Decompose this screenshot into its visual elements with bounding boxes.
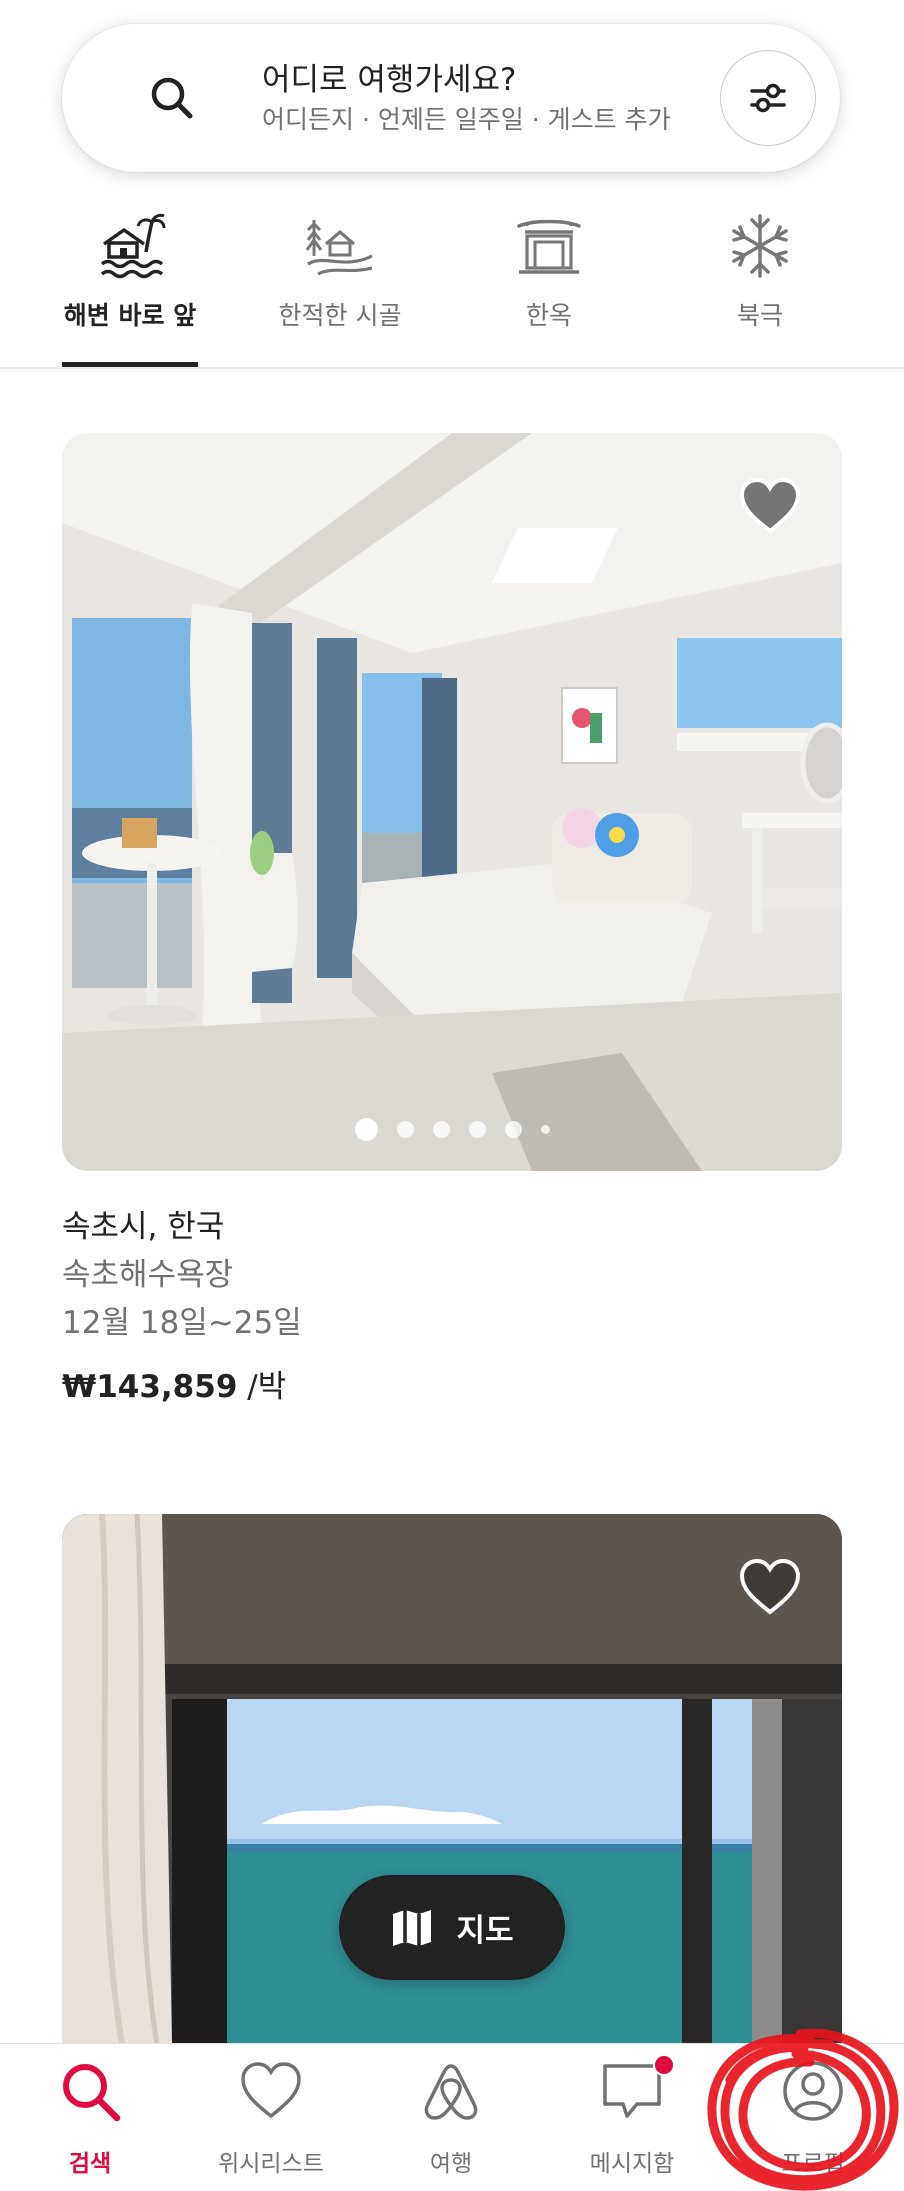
favorite-heart-icon[interactable] bbox=[738, 1558, 802, 1616]
nav-messages[interactable]: 메시지함 bbox=[542, 2044, 722, 2191]
map-button[interactable]: 지도 bbox=[339, 1875, 565, 1980]
pagination-dot bbox=[432, 1121, 450, 1138]
category-label: 북극 bbox=[736, 301, 783, 330]
listing-location: 속초시, 한국 bbox=[62, 1209, 225, 1245]
arctic-icon bbox=[732, 214, 788, 278]
nav-label: 프로필 bbox=[781, 2151, 845, 2177]
nav-label: 검색 bbox=[68, 2151, 112, 2177]
nav-label: 여행 bbox=[429, 2151, 473, 2177]
filter-button[interactable] bbox=[720, 50, 816, 146]
category-divider bbox=[0, 367, 904, 369]
search-bar[interactable]: 어디로 여행가세요? 어디든지 · 언제든 일주일 · 게스트 추가 bbox=[62, 24, 840, 172]
category-label: 해변 바로 앞 bbox=[63, 301, 197, 330]
listing-photo[interactable] bbox=[62, 433, 842, 1171]
heart-icon bbox=[241, 2062, 301, 2119]
category-tab-hanok[interactable]: 한옥 bbox=[459, 200, 639, 370]
nav-label: 메시지함 bbox=[589, 2151, 675, 2177]
pagination-dot bbox=[504, 1121, 522, 1138]
bottom-nav: 검색 위시리스트 여행 메시지함 프로필 bbox=[0, 2043, 904, 2191]
pagination-dot bbox=[354, 1118, 378, 1141]
listing-info[interactable]: 속초시, 한국 속초해수욕장 12월 18일~25일 ₩143,859 /박 bbox=[62, 1203, 302, 1411]
listing-price-unit: /박 bbox=[247, 1369, 287, 1405]
hanok-icon bbox=[517, 219, 581, 274]
category-tab-arctic[interactable]: 북극 bbox=[670, 200, 850, 370]
listing-price: ₩143,859 bbox=[62, 1369, 238, 1405]
countryside-icon bbox=[305, 220, 373, 276]
search-subtitle: 어디든지 · 언제든 일주일 · 게스트 추가 bbox=[262, 105, 671, 135]
pagination-dot bbox=[396, 1121, 414, 1138]
listing-price-row: ₩143,859 /박 bbox=[62, 1363, 302, 1411]
category-bar: 해변 바로 앞 한적한 시골 한옥 북극 bbox=[0, 200, 904, 370]
pagination-dot bbox=[468, 1121, 486, 1138]
photo-pagination bbox=[62, 1118, 842, 1141]
search-icon bbox=[151, 77, 193, 119]
filter-icon bbox=[750, 83, 786, 113]
beachfront-icon bbox=[100, 213, 166, 279]
favorite-heart-icon[interactable] bbox=[738, 477, 802, 535]
search-text: 어디로 여행가세요? 어디든지 · 언제든 일주일 · 게스트 추가 bbox=[262, 60, 671, 137]
listing-photo-image bbox=[62, 433, 842, 1171]
listing-dates: 12월 18일~25일 bbox=[62, 1305, 302, 1341]
listing-name: 속초해수욕장 bbox=[62, 1257, 234, 1293]
airbnb-icon bbox=[424, 2064, 478, 2120]
category-label: 한옥 bbox=[525, 301, 572, 330]
map-button-label: 지도 bbox=[456, 1913, 514, 1949]
profile-icon bbox=[783, 2061, 843, 2121]
map-icon bbox=[393, 1909, 432, 1946]
pagination-dot bbox=[540, 1125, 550, 1134]
category-tab-beachfront[interactable]: 해변 바로 앞 bbox=[40, 200, 220, 370]
nav-profile[interactable]: 프로필 bbox=[723, 2044, 903, 2191]
notification-badge bbox=[653, 2054, 675, 2076]
nav-wishlist[interactable]: 위시리스트 bbox=[181, 2044, 361, 2191]
search-icon bbox=[63, 2064, 121, 2122]
nav-label: 위시리스트 bbox=[218, 2151, 324, 2177]
nav-trips[interactable]: 여행 bbox=[361, 2044, 541, 2191]
nav-search[interactable]: 검색 bbox=[0, 2044, 180, 2191]
category-label: 한적한 시골 bbox=[278, 301, 402, 330]
search-title: 어디로 여행가세요? bbox=[262, 62, 517, 98]
category-tab-countryside[interactable]: 한적한 시골 bbox=[250, 200, 430, 370]
